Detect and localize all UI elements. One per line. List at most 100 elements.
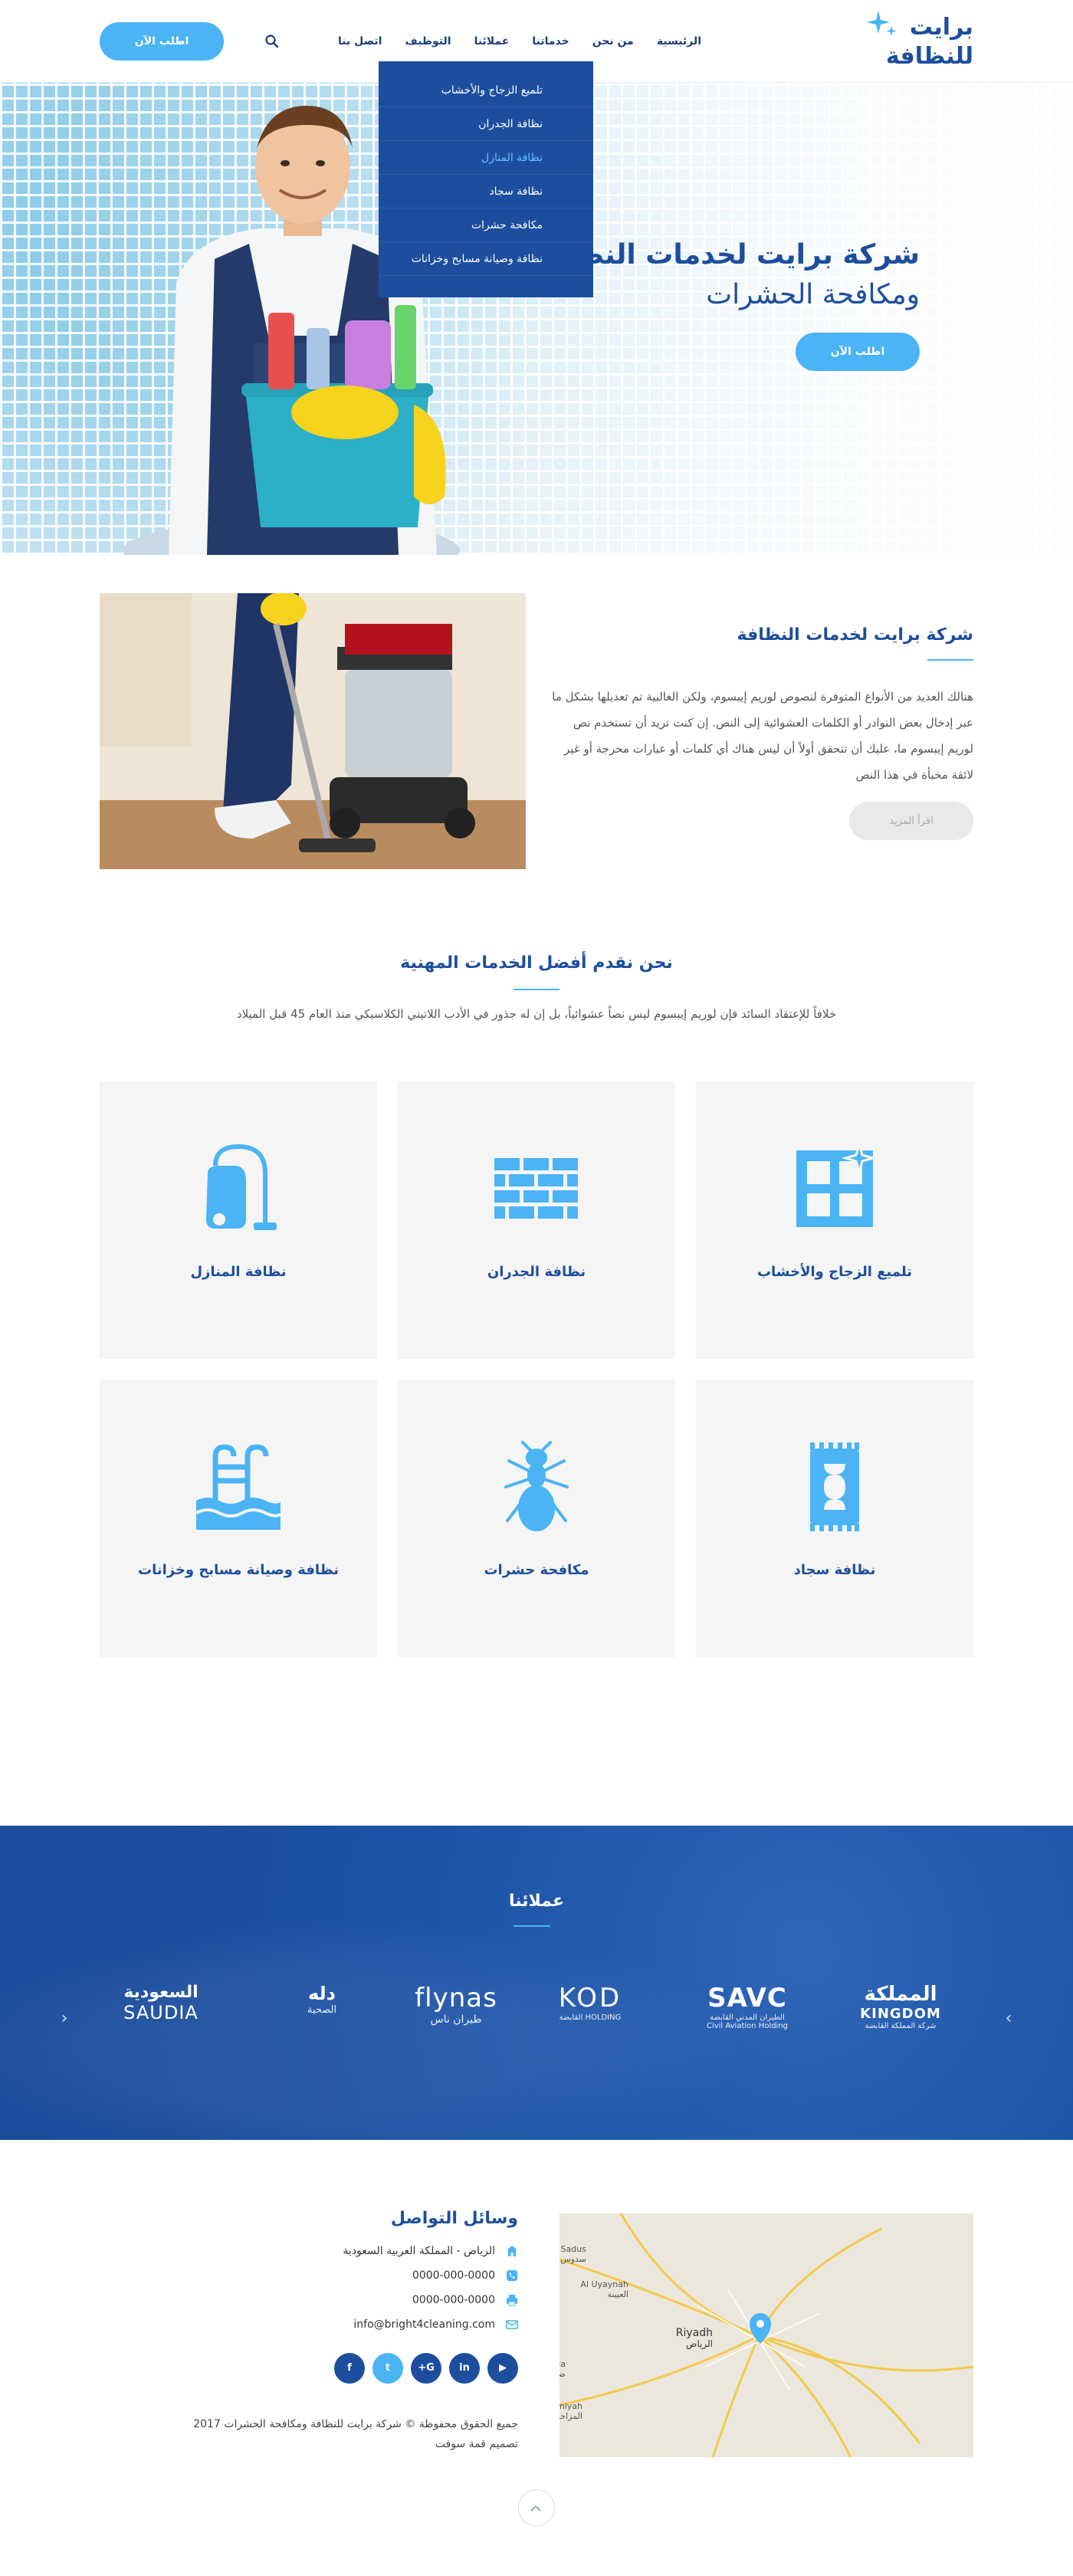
nav-home[interactable]: الرئيسية [657, 35, 701, 48]
client-logo-text: المملكة [864, 1983, 937, 2006]
social-links: f t G+ in ▶ [334, 2353, 518, 2384]
hero-order-button[interactable]: اطلب الآن [796, 333, 920, 371]
phone-row: 0000-000-0000 [288, 2264, 518, 2287]
email-icon [506, 2320, 518, 2329]
client-logo-name: KOD [558, 1983, 622, 2013]
phone-text[interactable]: 0000-000-0000 [412, 2269, 495, 2282]
nav-clients[interactable]: عملائنا [474, 35, 510, 48]
client-logo-name: KINGDOM [860, 2006, 941, 2022]
client-logo-name: flynas [415, 1983, 497, 2013]
contact-title: وسائل التواصل [390, 2209, 518, 2228]
sparkle-icon [867, 11, 897, 36]
service-label: نظافة وصيانة مسابح وخزانات [137, 1562, 339, 1578]
dropdown-item-pools[interactable]: نظافة وصيانة مسابح وخزانات [379, 242, 593, 276]
service-card-glass[interactable]: تلميع الزجاج والأخشاب [696, 1081, 973, 1359]
copyright-text: جميع الحقوق محفوظة © شركة برايت للنظافة … [193, 2418, 518, 2430]
about-divider [927, 659, 973, 661]
service-card-homes[interactable]: نظافة المنازل [100, 1081, 377, 1359]
service-card-walls[interactable]: نظافة الجدران [398, 1081, 675, 1359]
service-label: نظافة الجدران [487, 1264, 586, 1280]
twitter-icon[interactable]: t [372, 2353, 403, 2384]
client-logo-kod[interactable]: KOD HOLDING القابضة [533, 1983, 648, 2052]
youtube-icon[interactable]: ▶ [487, 2353, 518, 2384]
brand-logo[interactable]: برايت للنظافة [866, 9, 973, 74]
clients-section: عملائنا › ‹ المملكة KINGDOM شركة المملكة… [0, 1826, 1073, 2140]
search-icon[interactable] [264, 34, 280, 49]
hero-subtitle: ومكافحة الحشرات [706, 279, 920, 310]
nav-careers[interactable]: التوظيف [405, 35, 451, 48]
client-logo-dallah[interactable]: دله الصحية [276, 1983, 368, 2052]
services-title: نحن نقدم أفضل الخدمات المهنية [400, 953, 673, 973]
copyright-block: جميع الحقوق محفوظة © شركة برايت للنظافة … [181, 2414, 518, 2454]
service-label: مكافحة حشرات [484, 1562, 589, 1578]
carpet-icon [810, 1442, 859, 1531]
map-graphic: Sadus سدوس Al Uyaynah العيينة Riyadh الر… [559, 2213, 973, 2457]
vacuum-icon [206, 1144, 277, 1230]
chevron-up-icon [530, 2505, 541, 2512]
fax-row: 0000-000-0000 [288, 2289, 518, 2312]
site-header: برايت للنظافة الرئيسية من نحن خدماتنا عم… [0, 0, 1073, 297]
read-more-button[interactable]: اقرأ المزيد [849, 802, 973, 840]
vacuum-cleaning-photo [100, 593, 526, 869]
address-row: الرياض - المملكة العربية السعودية [288, 2240, 518, 2263]
map-label: العيينة [607, 2289, 628, 2299]
clients-title: عملائنا [509, 1892, 564, 1911]
home-icon [507, 2246, 517, 2256]
phone-icon [507, 2270, 517, 2281]
service-card-pest[interactable]: مكافحة حشرات [398, 1380, 675, 1657]
about-text: هنالك العديد من الأنواع المتوفرة لنصوص ل… [552, 690, 973, 782]
client-logo-text: السعودية [123, 1983, 199, 2002]
address-text: الرياض - المملكة العربية السعودية [343, 2245, 495, 2257]
map-label: ضرما [559, 2369, 566, 2379]
service-label: نظافة سجاد [793, 1562, 876, 1578]
dropdown-item-walls[interactable]: نظافة الجدران [379, 107, 593, 141]
scroll-to-top-button[interactable] [518, 2489, 555, 2526]
logo-line-2: للنظافة [885, 43, 973, 70]
window-icon [796, 1143, 878, 1227]
carousel-prev-arrow[interactable]: ‹ [55, 2010, 74, 2028]
nav-services[interactable]: خدماتنا [532, 35, 569, 48]
dropdown-item-homes[interactable]: نظافة المنازل [379, 141, 593, 175]
map-label: Riyadh [676, 2327, 713, 2339]
services-description: خلافاً للإعتقاد السائد فإن لوريم إيبسوم … [236, 1007, 837, 1021]
map-label: Al Uyaynah [580, 2279, 628, 2289]
logo-line-1: برايت [909, 14, 973, 41]
map-label: Sadus [561, 2244, 587, 2254]
service-card-pools[interactable]: نظافة وصيانة مسابح وخزانات [100, 1380, 377, 1657]
fax-text: 0000-000-0000 [412, 2294, 495, 2306]
client-logo-savc[interactable]: SAVC الطيران المدني القابضة Civil Aviati… [674, 1983, 820, 2052]
email-row: info@bright4cleaning.com [288, 2313, 518, 2336]
map-label: Al Muzahimiyah [559, 2401, 582, 2411]
order-now-button[interactable]: اطلب الآن [100, 22, 224, 61]
google-plus-icon[interactable]: G+ [411, 2353, 441, 2384]
map-label: المزاحمية [559, 2411, 582, 2421]
dropdown-item-pest[interactable]: مكافحة حشرات [379, 208, 593, 242]
service-card-carpets[interactable]: نظافة سجاد [696, 1380, 973, 1657]
client-logo-saudia[interactable]: السعودية SAUDIA [92, 1983, 230, 2052]
client-logo-sub: شركة المملكة القابضة [865, 2022, 937, 2030]
client-logo-sub: Civil Aviation Holding [706, 2022, 789, 2030]
client-logo-kingdom[interactable]: المملكة KINGDOM شركة المملكة القابضة [843, 1983, 958, 2052]
dropdown-item-carpets[interactable]: نظافة سجاد [379, 175, 593, 208]
facebook-icon[interactable]: f [334, 2353, 365, 2384]
client-logo-name: SAVC [707, 1983, 787, 2013]
dropdown-item-glass[interactable]: تلميع الزجاج والأخشاب [379, 74, 593, 107]
carousel-next-arrow[interactable]: › [999, 2010, 1018, 2028]
client-logo-text: الطيران المدني القابضة [710, 2013, 785, 2022]
fax-icon [507, 2295, 517, 2306]
linkedin-icon[interactable]: in [449, 2353, 480, 2384]
ant-icon [504, 1441, 569, 1531]
map-label: سدوس [560, 2254, 586, 2264]
map-label: Dhurma [559, 2359, 566, 2369]
email-link[interactable]: info@bright4cleaning.com [353, 2318, 495, 2331]
brick-wall-icon [494, 1158, 578, 1219]
services-divider [514, 989, 559, 990]
client-logo-sub: الصحية [307, 2004, 337, 2016]
client-logo-name: SAUDIA [123, 2002, 199, 2023]
services-dropdown-menu: تلميع الزجاج والأخشاب نظافة الجدران نظاف… [379, 61, 593, 297]
nav-about[interactable]: من نحن [592, 35, 634, 48]
location-map[interactable]: Sadus سدوس Al Uyaynah العيينة Riyadh الر… [559, 2213, 973, 2457]
client-logo-flynas[interactable]: flynas طيران ناس [391, 1983, 521, 2052]
nav-contact[interactable]: اتصل بنا [338, 35, 382, 48]
site-footer: Sadus سدوس Al Uyaynah العيينة Riyadh الر… [0, 2140, 1073, 2576]
